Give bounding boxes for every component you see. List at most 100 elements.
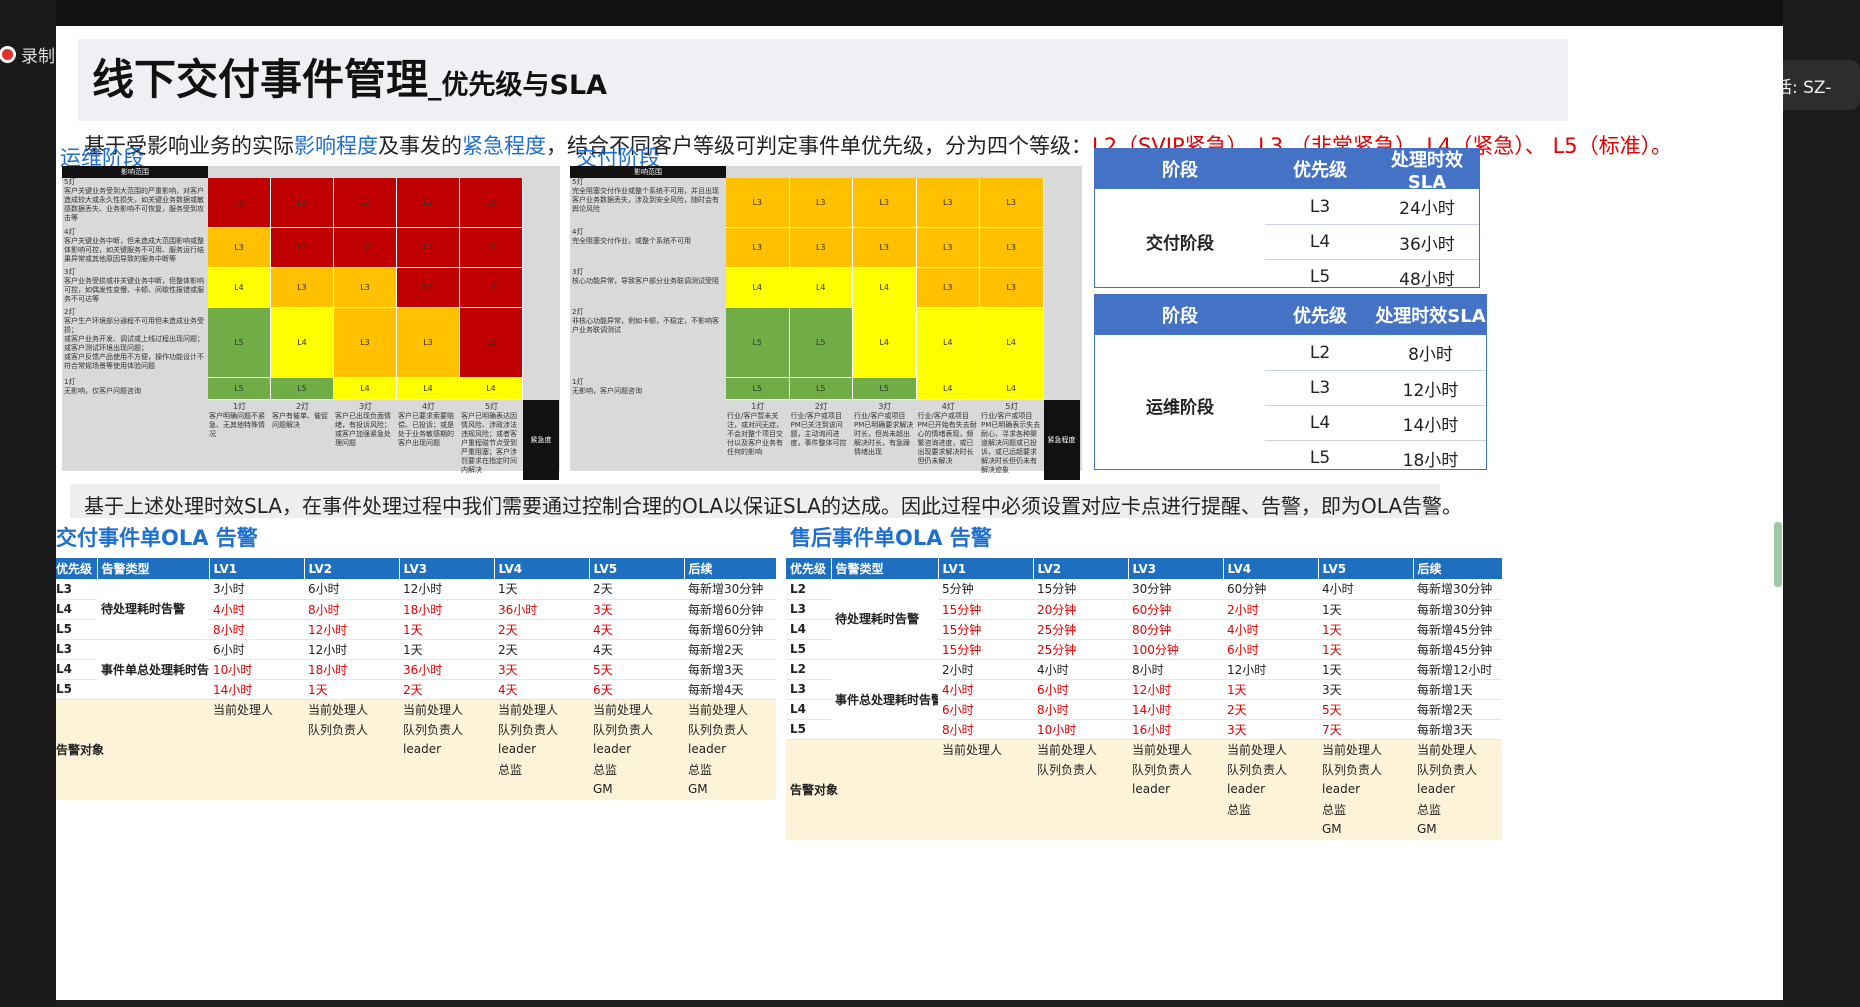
sla-cell: 24小时 <box>1399 199 1455 219</box>
matrix-row-desc: 1灯 无影响，客户问题咨询 <box>572 378 642 395</box>
ola-header-cell: LV1 <box>938 558 1034 579</box>
ola-target-cell: 队列负责人 <box>1128 759 1223 780</box>
ola-cell: 1天 <box>1318 599 1413 620</box>
ola-target-cell <box>938 819 1033 840</box>
matrix-cell: L3 <box>853 178 917 228</box>
delivery-priority-matrix: 影响范围 5灯 完全阻塞交付作业或整个系统不可用，并且出现客户业务数据丢失，涉及到… <box>570 166 1082 480</box>
ola-row: L2 待处理耗时告警 5分钟 15分钟 30分钟 60分钟 4小时 每新增30分钟 <box>786 579 1502 660</box>
matrix-axis-label: 3灯 <box>878 402 892 411</box>
ola-cell: 3小时 <box>209 579 304 600</box>
ola-target-cell: leader <box>1318 779 1413 800</box>
ola-cell: 3天 <box>589 599 684 620</box>
ola-cell: 36小时 <box>494 599 589 620</box>
ola-target-cell: 当前处理人 <box>494 699 589 720</box>
ola-alert-type: 待处理耗时告警 <box>831 579 938 660</box>
matrix-cell: L3 <box>334 308 397 378</box>
matrix-cell: L4 <box>208 268 271 308</box>
ola-alert-type: 待处理耗时告警 <box>97 579 209 640</box>
matrix-cell: L2 <box>460 268 523 308</box>
ola-cell: 2天 <box>494 639 589 660</box>
ola-cell: 每新增45分钟 <box>1413 619 1502 640</box>
slide-title: 线下交付事件管理_优先级与SLA <box>92 46 607 107</box>
ola-target-cell: 队列负责人 <box>1413 759 1502 780</box>
matrix-axis-label: 5灯 <box>1005 402 1019 411</box>
ola-target-cell: 当前处理人 <box>1413 739 1502 760</box>
ola-cell: 4小时 <box>1223 619 1318 640</box>
matrix-cell: L3 <box>980 268 1044 308</box>
matrix-cell: L2 <box>460 228 523 268</box>
ola-cell: 25分钟 <box>1033 619 1128 640</box>
ola-cell: 6小时 <box>304 579 399 600</box>
sla-row: L3 12小时 <box>1265 370 1486 405</box>
ola-cell: 1天 <box>1318 639 1413 660</box>
matrix-cell: L2 <box>334 228 397 268</box>
ola-target-cell: 队列负责人 <box>304 719 399 740</box>
matrix-axis-label: 5灯 <box>484 402 499 411</box>
ola-target-cell: leader <box>589 739 684 760</box>
ola-cell: 18小时 <box>399 599 494 620</box>
ola-priority: L5 <box>786 719 831 740</box>
ola-cell: 6小时 <box>938 699 1033 720</box>
matrix-cell: L4 <box>397 378 460 400</box>
matrix-cell: L3 <box>726 178 790 228</box>
ola-cell: 60分钟 <box>1128 599 1223 620</box>
ola-cell: 1天 <box>304 679 399 700</box>
ola-target-cell <box>1128 819 1223 840</box>
ola-cell: 2天 <box>1223 699 1318 720</box>
ola-cell: 2小时 <box>938 659 1033 680</box>
ola-cell: 1天 <box>399 639 494 660</box>
ola-target-cell: GM <box>684 779 776 800</box>
ola-cell: 5天 <box>1318 699 1413 720</box>
ola-cell: 每新增4天 <box>684 679 776 700</box>
ola-priority: L3 <box>56 579 97 600</box>
ola-target-cell: 总监 <box>1223 799 1318 820</box>
sla-header-cell: 优先级 <box>1293 306 1347 327</box>
ola-cell: 12小时 <box>399 579 494 600</box>
matrix-cell: L2 <box>397 228 460 268</box>
matrix-axis-label: 4灯 <box>941 402 955 411</box>
matrix-header: 影响范围 <box>62 166 208 178</box>
ola-priority: L4 <box>786 699 831 720</box>
matrix-cell: L5 <box>789 308 853 378</box>
matrix-cell: L2 <box>271 178 334 228</box>
ola-cell: 每新增30分钟 <box>1413 599 1502 620</box>
matrix-row-desc: 3灯 客户业务受损或非关键业务中断，但整体影响可控，如偶发性变慢、卡顿、间歇性报… <box>64 268 204 303</box>
title-sub: _优先级与SLA <box>428 70 608 101</box>
ola-cell: 5分钟 <box>938 579 1033 600</box>
ola-header-cell: 告警类型 <box>831 558 939 579</box>
matrix-cell: L4 <box>980 378 1044 400</box>
matrix-cell: L3 <box>916 228 980 268</box>
matrix-cell: L2 <box>397 268 460 308</box>
sla-header-cell: 阶段 <box>1162 160 1198 181</box>
ola-target-label: 告警对象 <box>786 739 938 840</box>
matrix-cell: L5 <box>853 378 917 400</box>
scroll-handle[interactable] <box>1774 522 1782 587</box>
ola-cell: 每新增2天 <box>684 639 776 660</box>
ola-cell: 4小时 <box>1033 659 1128 680</box>
ola-cell: 15分钟 <box>938 599 1033 620</box>
ola-cell: 100分钟 <box>1128 639 1223 660</box>
sla-row: L5 48小时 <box>1265 259 1479 294</box>
ola-header-row: 优先级 告警类型 LV1 LV2 LV3 LV4 LV5 后续 <box>786 558 1503 579</box>
ola-target-cell <box>938 799 1033 820</box>
ola-cell: 12小时 <box>304 639 399 660</box>
ola-target-cell <box>399 779 494 800</box>
ola-target-cell: leader <box>1413 779 1502 800</box>
ola-target-cell: 总监 <box>1318 799 1413 820</box>
ola-target-cell <box>209 759 304 780</box>
matrix-axis-desc: 行业/客户或项目PM已明确表示失去耐心，寻求各种渠道解决问题或已投诉，或已远超要… <box>981 412 1041 474</box>
ops-sla-table: 阶段 优先级 处理时效SLA 运维阶段 L2 8小时 L3 12小时 L4 14小时 L5 18小时 <box>1094 294 1487 471</box>
matrix-cell: L3 <box>980 228 1044 268</box>
ola-cell: 1天 <box>1223 679 1318 700</box>
ola-target-cell <box>938 779 1033 800</box>
sla-header-cell: 处理时效SLA <box>1391 149 1463 193</box>
ola-cell: 4小时 <box>938 679 1033 700</box>
matrix-header: 影响范围 <box>570 166 726 178</box>
sla-stage-cell: 运维阶段 <box>1146 397 1214 418</box>
intro-part: 及事发的 <box>378 134 462 158</box>
matrix-cell: L3 <box>916 268 980 308</box>
ola-cell: 6小时 <box>209 639 304 660</box>
matrix-row-desc: 5灯 完全阻塞交付作业或整个系统不可用，并且出现客户业务数据丢失，涉及到安全风险… <box>572 178 719 213</box>
delivery-ola-title: 交付事件单OLA 告警 <box>56 526 258 550</box>
ola-cell: 每新增30分钟 <box>1413 579 1502 600</box>
